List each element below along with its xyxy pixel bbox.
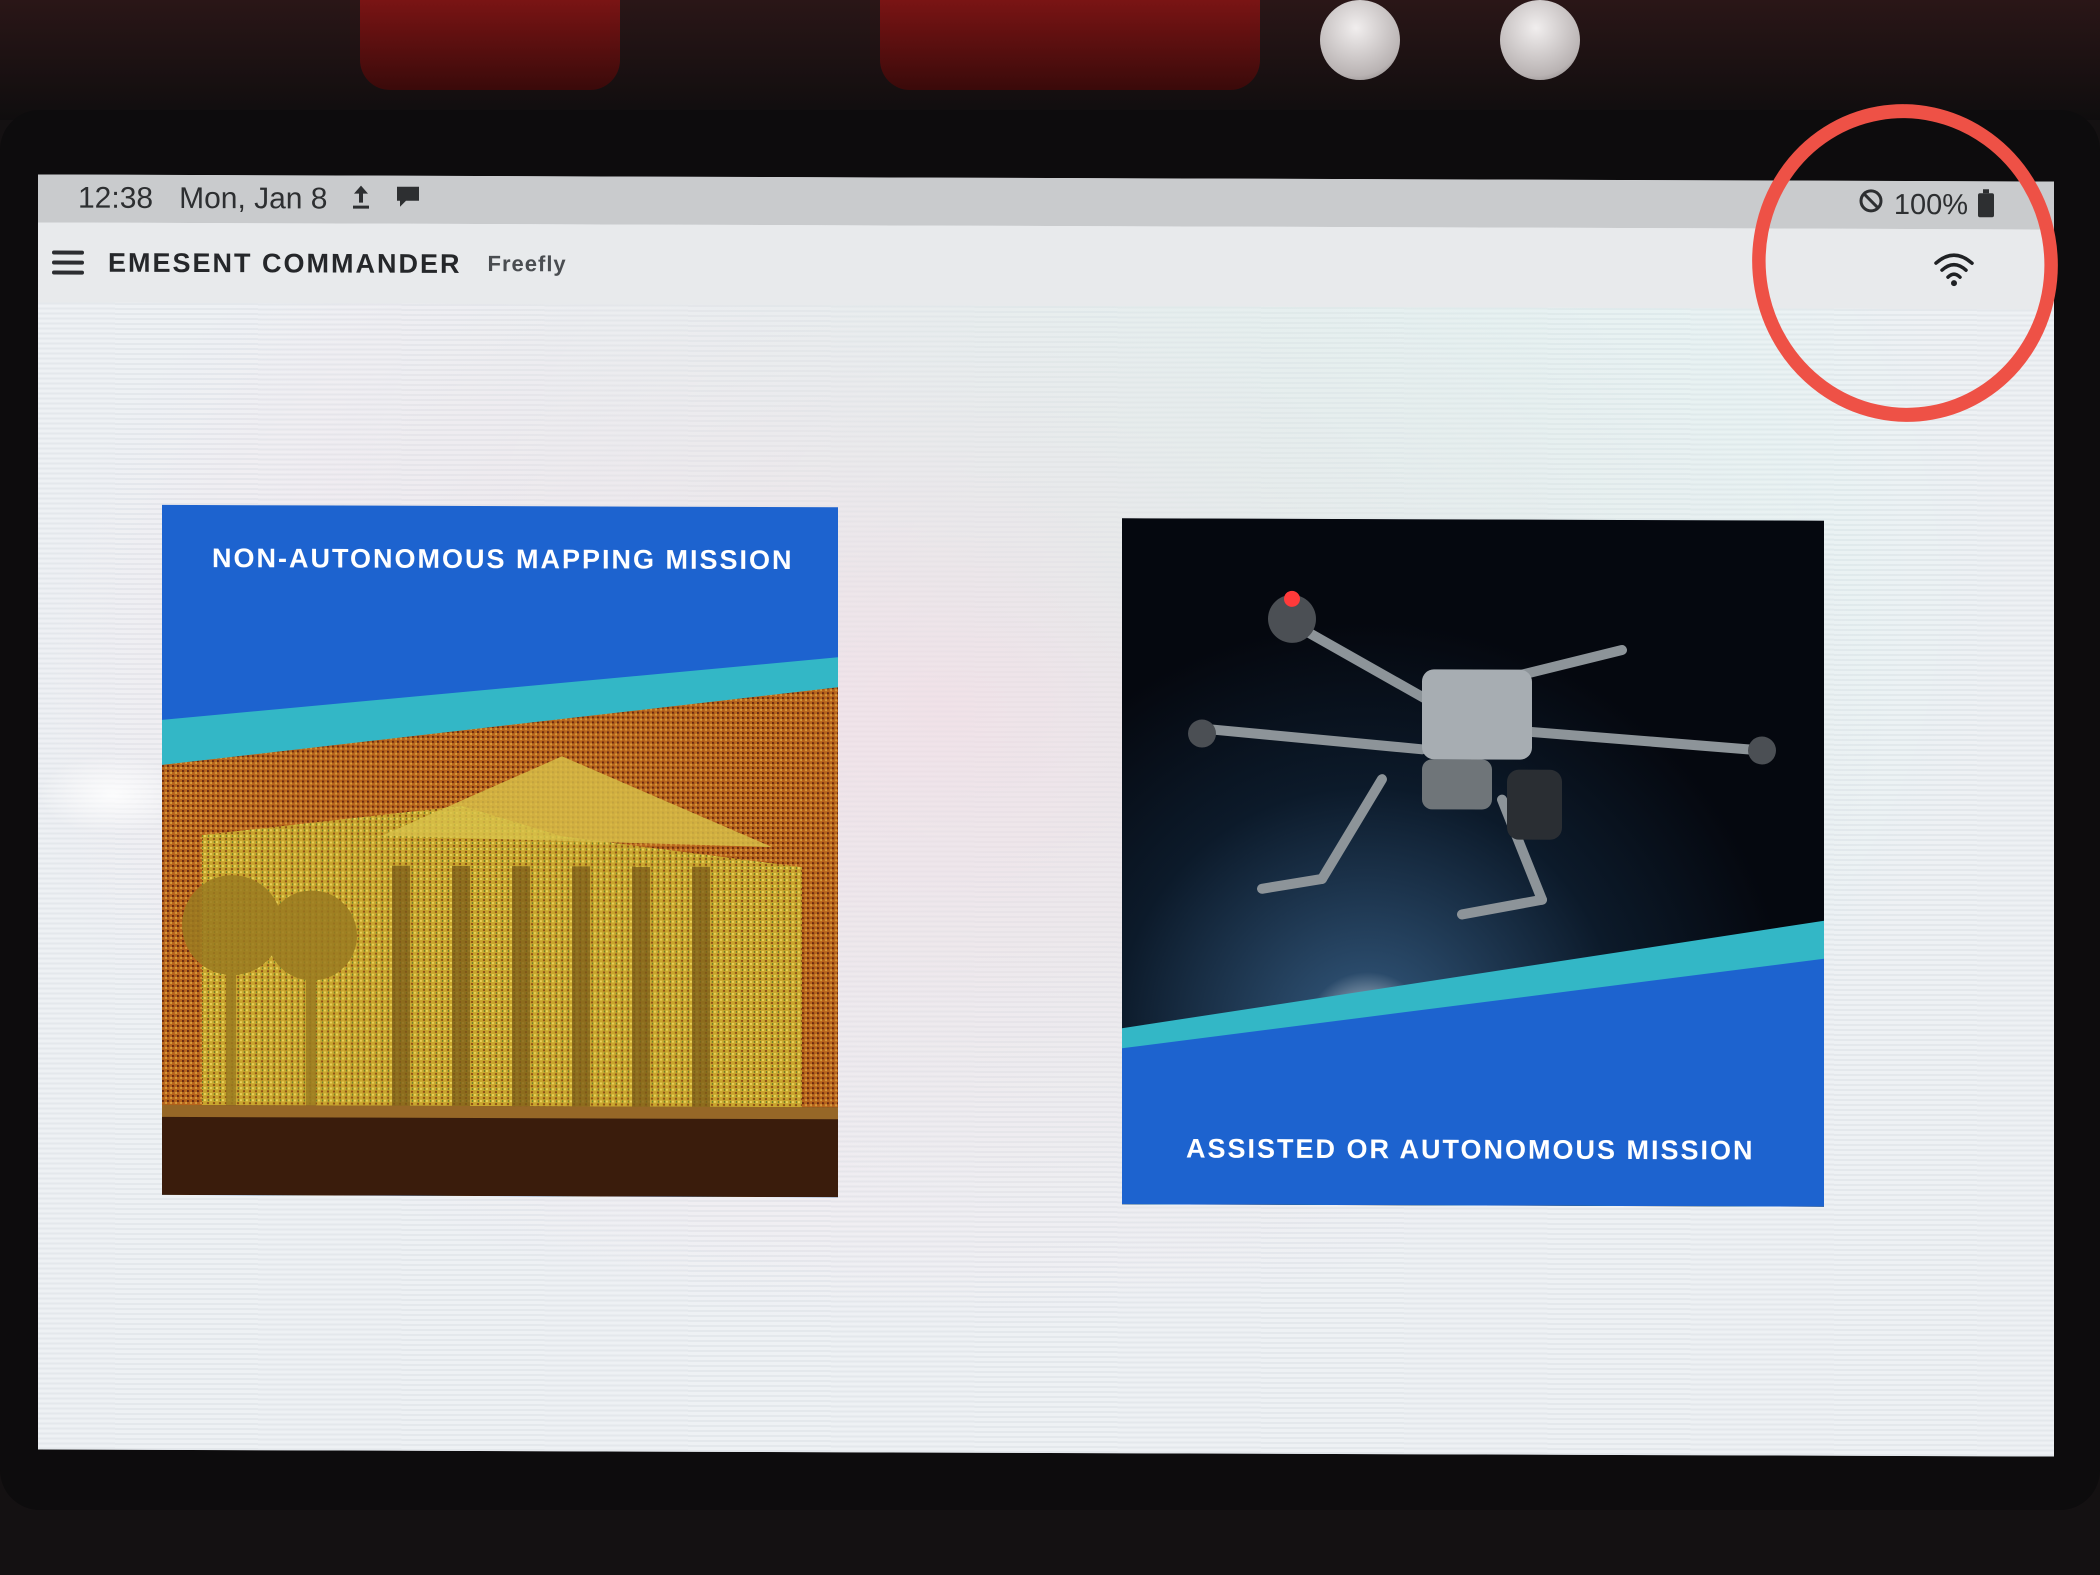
device-top-housing (0, 0, 2100, 120)
drone-in-tunnel-image (1122, 518, 1824, 1207)
mission-card-non-autonomous[interactable]: NON-AUTONOMOUS MAPPING MISSION (162, 504, 838, 1198)
device-control-stick (1320, 0, 1400, 80)
tablet-screen: 12:38 Mon, Jan 8 100% EMESENT COMMANDER … (38, 174, 2054, 1457)
mission-label-non-autonomous: NON-AUTONOMOUS MAPPING MISSION (212, 543, 794, 576)
status-bar: 12:38 Mon, Jan 8 100% (38, 174, 2054, 230)
status-date: Mon, Jan 8 (179, 181, 328, 216)
app-title: EMESENT COMMANDER (108, 247, 462, 279)
app-subtitle: Freefly (487, 251, 567, 277)
mission-label-autonomous: ASSISTED OR AUTONOMOUS MISSION (1186, 1133, 1755, 1166)
device-control-stick (1500, 0, 1580, 80)
message-icon (394, 183, 422, 216)
device-red-trim (880, 0, 1260, 90)
mission-card-autonomous[interactable]: ASSISTED OR AUTONOMOUS MISSION (1122, 518, 1824, 1207)
upload-icon (350, 183, 372, 216)
hamburger-menu-icon[interactable] (52, 250, 84, 275)
status-time: 12:38 (78, 181, 154, 215)
point-cloud-building-image (162, 657, 838, 1198)
device-red-trim (360, 0, 620, 90)
